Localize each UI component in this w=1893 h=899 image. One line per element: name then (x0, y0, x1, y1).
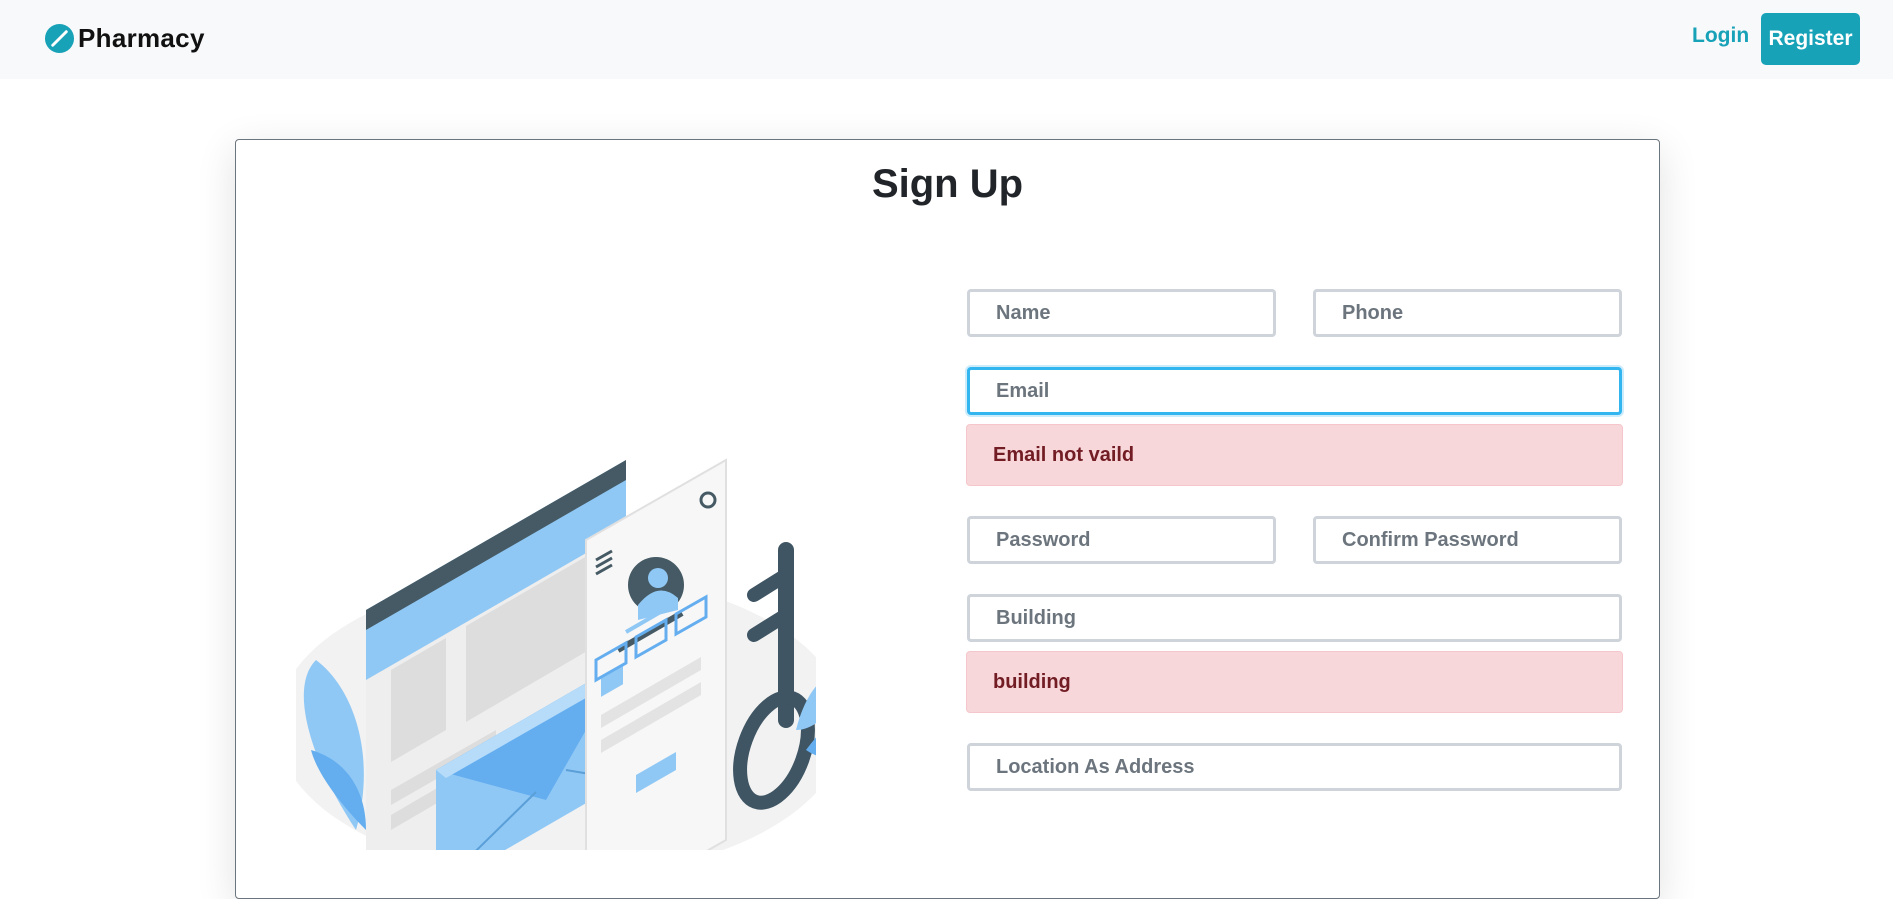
building-error-text: building (993, 670, 1071, 693)
signup-illustration (296, 458, 816, 850)
password-input[interactable] (967, 516, 1276, 564)
signup-card: Sign Up Name Phone Email Email not vaild… (235, 139, 1660, 899)
brand-name: Pharmacy (78, 23, 205, 53)
building-error-alert: building (966, 651, 1623, 713)
login-link[interactable]: Login (1692, 24, 1749, 48)
confirm-password-input[interactable] (1313, 516, 1622, 564)
register-button[interactable]: Register (1761, 13, 1860, 65)
location-input[interactable] (967, 743, 1622, 791)
phone-input[interactable] (1313, 289, 1622, 337)
email-input[interactable] (967, 367, 1622, 415)
brand[interactable]: Pharmacy (44, 23, 205, 54)
page-title: Sign Up (871, 162, 1024, 206)
email-error-alert: Email not vaild (966, 424, 1623, 486)
email-error-text: Email not vaild (993, 443, 1135, 466)
building-input[interactable] (967, 594, 1622, 642)
name-input[interactable] (967, 289, 1276, 337)
navbar: Pharmacy Login Register (0, 0, 1893, 79)
pharmacy-logo-icon (44, 23, 75, 54)
